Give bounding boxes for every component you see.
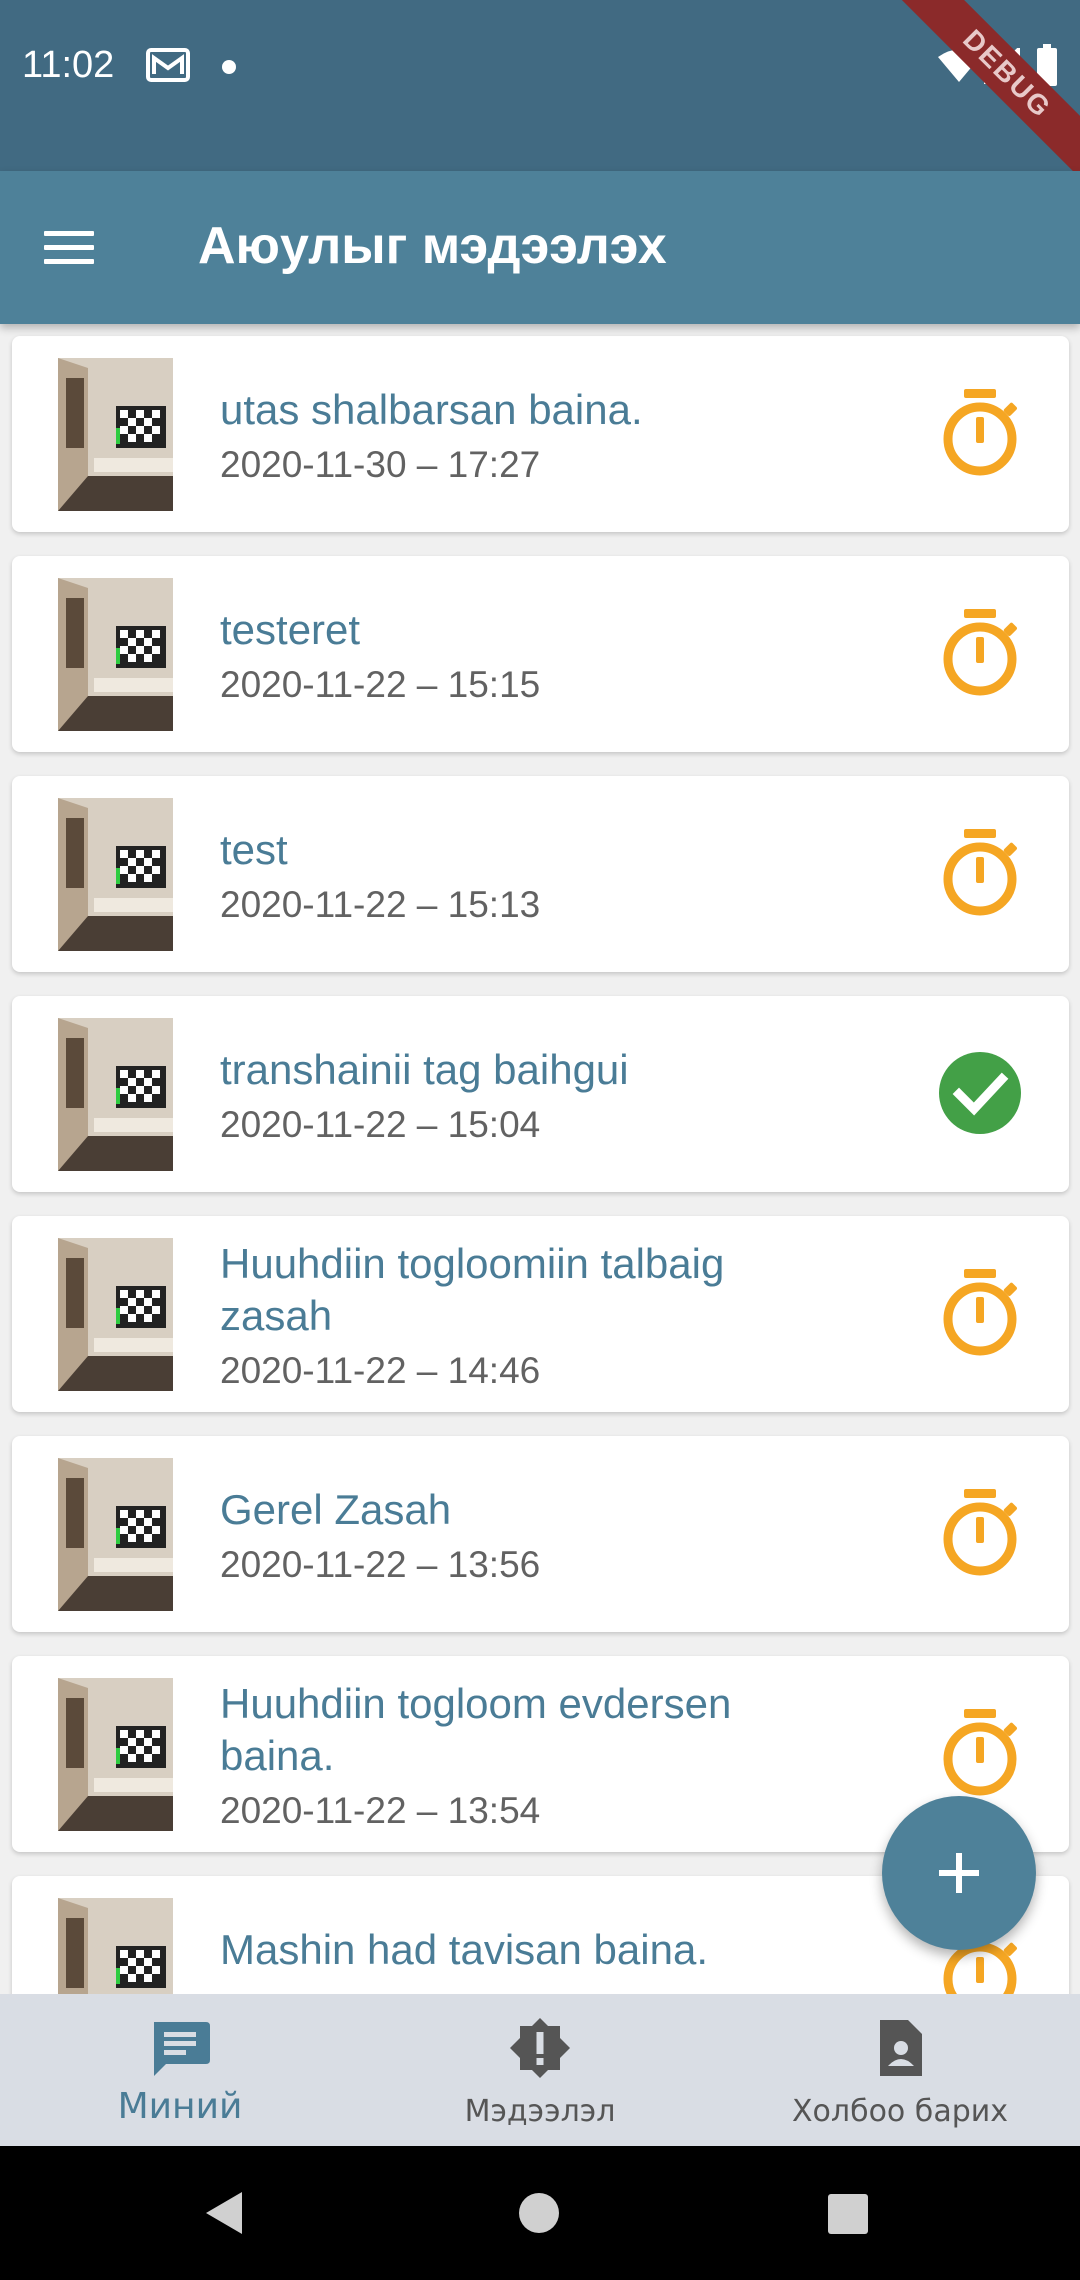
report-title: test xyxy=(220,826,288,873)
report-list[interactable]: utas shalbarsan baina. 2020-11-30 – 17:2… xyxy=(0,324,1080,1994)
contact-document-icon xyxy=(880,2020,922,2076)
page-title: Аюулыг мэдээлэх xyxy=(198,217,667,275)
report-card[interactable]: utas shalbarsan baina. 2020-11-30 – 17:2… xyxy=(12,336,1069,532)
chat-icon xyxy=(154,2022,210,2076)
status-bar: 11:02 DEBUG xyxy=(0,0,1080,200)
debug-banner: DEBUG xyxy=(881,0,1080,200)
check-circle-icon xyxy=(939,1052,1021,1134)
app-bar: Аюулыг мэдээлэх xyxy=(0,171,1080,324)
bottom-nav: Миний Мэдээлэл Холбоо барих xyxy=(0,1994,1080,2146)
report-thumbnail xyxy=(58,358,173,511)
report-card[interactable]: Gerel Zasah 2020-11-22 – 13:56 xyxy=(12,1436,1069,1632)
menu-icon[interactable] xyxy=(44,217,108,277)
report-title: utas shalbarsan baina. xyxy=(220,386,643,433)
nav-item-news[interactable]: Мэдээлэл xyxy=(360,1994,720,2146)
report-title: transhainii tag baihgui xyxy=(220,1046,629,1093)
report-thumbnail xyxy=(58,798,173,951)
report-thumbnail xyxy=(58,1018,173,1171)
report-date: 2020-11-22 – 13:54 xyxy=(220,1790,541,1831)
timer-icon xyxy=(943,1709,1017,1796)
mail-icon xyxy=(146,48,190,82)
timer-icon xyxy=(943,829,1017,916)
back-icon[interactable] xyxy=(204,2190,244,2236)
report-card[interactable]: testeret 2020-11-22 – 15:15 xyxy=(12,556,1069,752)
status-time: 11:02 xyxy=(22,44,115,86)
report-date: 2020-11-30 – 17:27 xyxy=(220,444,541,485)
report-thumbnail xyxy=(58,578,173,731)
report-thumbnail xyxy=(58,1678,173,1831)
report-date: 2020-11-22 – 14:46 xyxy=(220,1350,541,1391)
report-date: 2020-11-22 – 13:56 xyxy=(220,1544,541,1585)
report-thumbnail xyxy=(58,1238,173,1391)
add-report-button[interactable] xyxy=(882,1796,1036,1950)
report-date: 2020-11-22 – 15:13 xyxy=(220,884,541,925)
report-date: 2020-11-22 – 15:04 xyxy=(220,1104,541,1145)
nav-label: Холбоо барих xyxy=(791,2094,1008,2129)
nav-item-contact[interactable]: Холбоо барих xyxy=(720,1994,1080,2146)
report-thumbnail xyxy=(58,1458,173,1611)
recents-icon[interactable] xyxy=(828,2194,868,2234)
report-card[interactable]: transhainii tag baihgui 2020-11-22 – 15:… xyxy=(12,996,1069,1192)
report-title: Mashin had tavisan baina. xyxy=(220,1926,708,1973)
report-date: 2020-11-22 – 15:15 xyxy=(220,664,541,705)
system-nav-bar xyxy=(0,2146,1080,2280)
report-card[interactable]: Huuhdiin togloomiin talbaig zasah 2020-1… xyxy=(12,1216,1069,1412)
timer-icon xyxy=(943,1269,1017,1356)
report-title: Huuhdiin togloom evdersen baina. xyxy=(220,1680,732,1779)
report-thumbnail xyxy=(58,1898,173,1994)
timer-icon xyxy=(943,1489,1017,1576)
nav-label: Мэдээлэл xyxy=(464,2094,616,2129)
timer-icon xyxy=(943,609,1017,696)
timer-icon xyxy=(943,389,1017,476)
alert-badge-icon xyxy=(510,2018,570,2078)
nav-item-mine[interactable]: Миний xyxy=(0,1994,360,2146)
report-title: Huuhdiin togloomiin talbaig zasah xyxy=(220,1240,725,1339)
home-icon[interactable] xyxy=(518,2192,560,2234)
report-title: testeret xyxy=(220,606,361,653)
report-card[interactable]: test 2020-11-22 – 15:13 xyxy=(12,776,1069,972)
nav-label: Миний xyxy=(117,2086,243,2127)
report-title: Gerel Zasah xyxy=(220,1486,452,1533)
notification-dot-icon xyxy=(222,60,236,74)
plus-icon xyxy=(939,1853,979,1893)
